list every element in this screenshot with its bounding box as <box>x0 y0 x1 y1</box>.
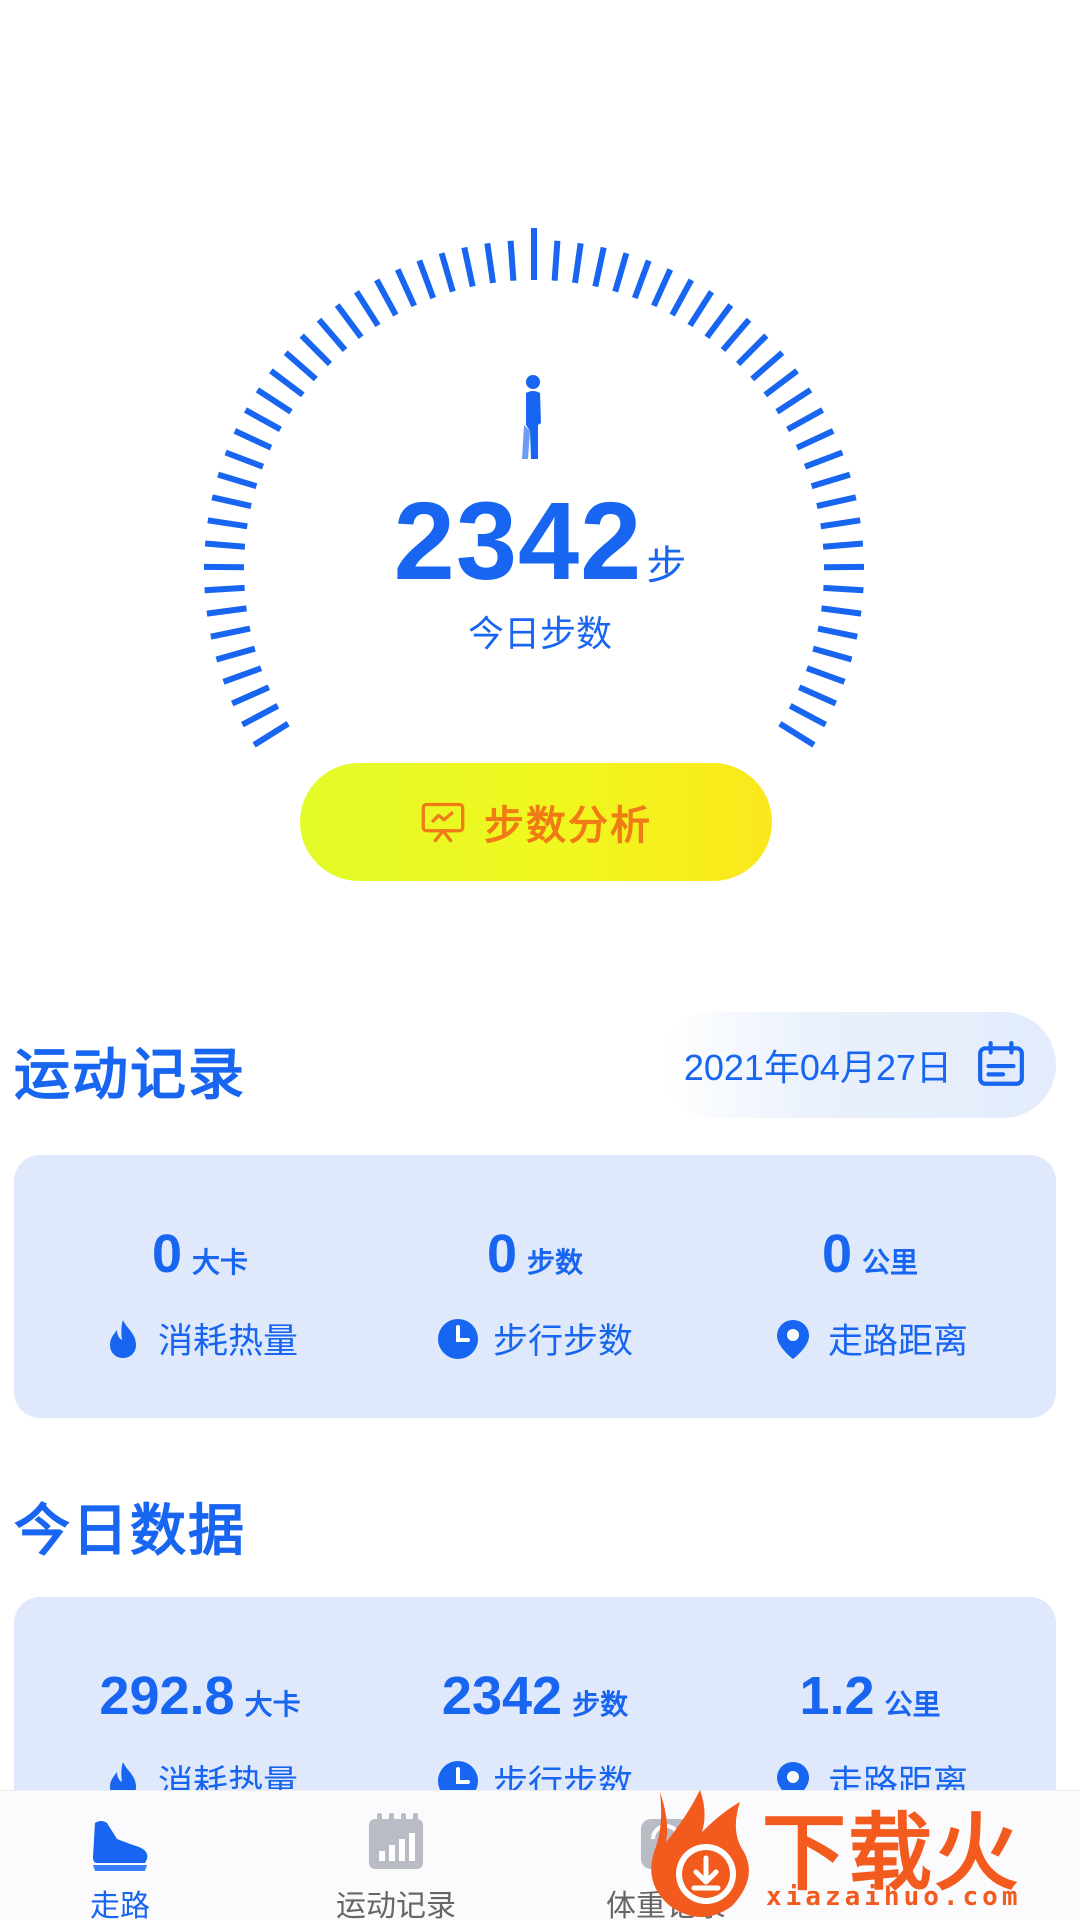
stat-value: 0 <box>486 1224 518 1284</box>
gauge-tick <box>805 665 846 685</box>
gauge-tick <box>750 350 785 382</box>
step-count: 2342 步 <box>0 478 1080 605</box>
location-pin-icon <box>776 1319 809 1359</box>
gauge-tick <box>374 278 399 317</box>
stat-value: 0 <box>151 1224 183 1284</box>
step-count-unit: 步 <box>646 543 687 589</box>
flame-icon <box>109 1319 136 1358</box>
stat-calories: 0 大卡 消耗热量 <box>30 1223 370 1364</box>
gauge-tick <box>797 684 838 707</box>
step-analysis-button[interactable]: 步数分析 <box>300 763 772 881</box>
gauge-tick <box>252 721 290 748</box>
presentation-chart-icon <box>421 802 465 843</box>
stat-label: 步行步数 <box>492 1322 633 1362</box>
gauge-tick <box>551 240 561 281</box>
stat-calories: 292.8 大卡 消耗热量 <box>30 1665 370 1806</box>
stat-value: 1.2 <box>799 1666 875 1726</box>
walking-person-icon <box>522 375 541 459</box>
stat-label: 消耗热量 <box>157 1322 298 1362</box>
stat-unit: 步数 <box>527 1246 584 1279</box>
nav-label: 走路 <box>90 1889 150 1920</box>
clock-icon <box>437 1318 478 1359</box>
gauge-tick <box>230 684 271 707</box>
gauge-tick <box>316 317 348 352</box>
stat-label: 走路距离 <box>827 1322 968 1362</box>
date-text: 2021年04月27日 <box>683 1047 952 1088</box>
gauge-tick <box>255 387 293 415</box>
gauge-tick <box>353 290 381 328</box>
stat-unit: 步数 <box>572 1688 629 1721</box>
gauge-tick <box>240 703 280 728</box>
gauge-tick <box>775 387 813 415</box>
gauge-tick <box>651 268 674 308</box>
gauge-tick <box>778 721 816 748</box>
gauge-tick <box>786 407 825 433</box>
stat-value: 292.8 <box>99 1666 235 1726</box>
gauge-tick <box>416 259 437 300</box>
gauge-tick <box>394 268 417 308</box>
stat-unit: 大卡 <box>244 1688 301 1721</box>
flame-logo <box>651 1790 749 1917</box>
gauge-tick <box>631 259 652 300</box>
gauge-tick <box>224 449 265 470</box>
record-stats-card: 0 大卡 消耗热量 0 步数 步行步数 0 公里 走路距离 <box>14 1155 1056 1418</box>
nav-item-walk[interactable]: 走路 <box>0 1791 240 1920</box>
gauge-tick <box>461 246 476 288</box>
gauge-tick <box>299 333 333 367</box>
gauge-tick <box>507 240 517 281</box>
step-analysis-label: 步数分析 <box>484 803 652 849</box>
calendar-icon <box>978 1041 1024 1086</box>
stat-unit: 大卡 <box>192 1246 249 1279</box>
step-count-label: 今日步数 <box>467 614 612 655</box>
gauge-tick <box>334 303 364 339</box>
shoe-icon <box>93 1821 148 1871</box>
stat-unit: 公里 <box>862 1246 919 1279</box>
gauge-tick <box>788 703 828 728</box>
gauge-tick <box>484 242 496 284</box>
today-section-title: 今日数据 <box>14 1499 246 1564</box>
gauge-tick <box>283 350 318 382</box>
watermark: 下载火 xiazaihuo.com <box>640 1782 1080 1920</box>
gauge-tick <box>269 368 305 398</box>
nav-label: 运动记录 <box>336 1889 456 1920</box>
record-section-title: 运动记录 <box>14 1043 246 1108</box>
gauge-tick <box>572 242 584 284</box>
gauge-tick <box>592 246 607 288</box>
gauge-tick <box>735 333 769 367</box>
date-picker[interactable]: 2021年04月27日 <box>660 1012 1056 1118</box>
gauge-tick <box>763 368 799 398</box>
gauge-tick <box>222 665 263 685</box>
watermark-url: xiazaihuo.com <box>766 1882 1022 1912</box>
gauge-tick <box>243 407 282 433</box>
gauge-tick <box>704 303 734 339</box>
gauge-tick <box>669 278 694 317</box>
step-count-value: 2342 <box>393 480 643 603</box>
gauge-tick <box>803 449 844 470</box>
gauge-tick <box>233 428 273 451</box>
stat-distance: 0 公里 走路距离 <box>700 1223 1040 1364</box>
stat-steps: 0 步数 步行步数 <box>365 1223 705 1364</box>
gauge-tick <box>687 290 715 328</box>
gauge-tick <box>438 252 456 293</box>
nav-item-record[interactable]: 运动记录 <box>276 1791 516 1920</box>
stat-unit: 公里 <box>884 1688 941 1721</box>
gauge-tick <box>720 317 752 352</box>
gauge-tick <box>612 252 630 293</box>
bar-chart-calendar-icon <box>369 1813 423 1869</box>
gauge-tick <box>795 428 835 451</box>
stat-value: 0 <box>821 1224 853 1284</box>
stat-value: 2342 <box>441 1666 563 1726</box>
